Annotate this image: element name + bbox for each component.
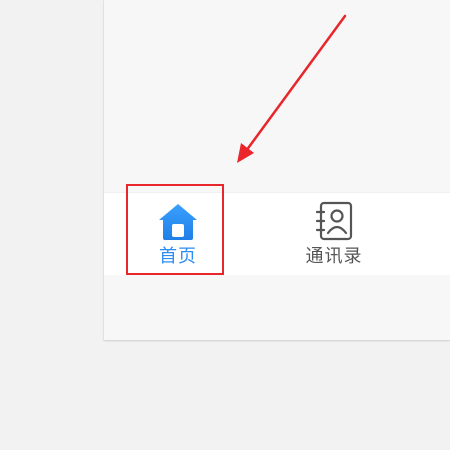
tab-home-label: 首页 [159,246,197,267]
tab-contacts[interactable]: 通讯录 [284,193,384,275]
bottom-tab-bar: 首页 通讯录 [104,193,450,275]
tab-home[interactable]: 首页 [128,193,228,275]
app-window: 首页 通讯录 [104,0,450,340]
screenshot-stage: 首页 通讯录 [0,0,450,450]
home-icon [159,204,197,240]
tab-contacts-label: 通讯录 [305,246,363,267]
lower-blank-area [104,275,450,340]
contacts-icon [315,201,353,241]
